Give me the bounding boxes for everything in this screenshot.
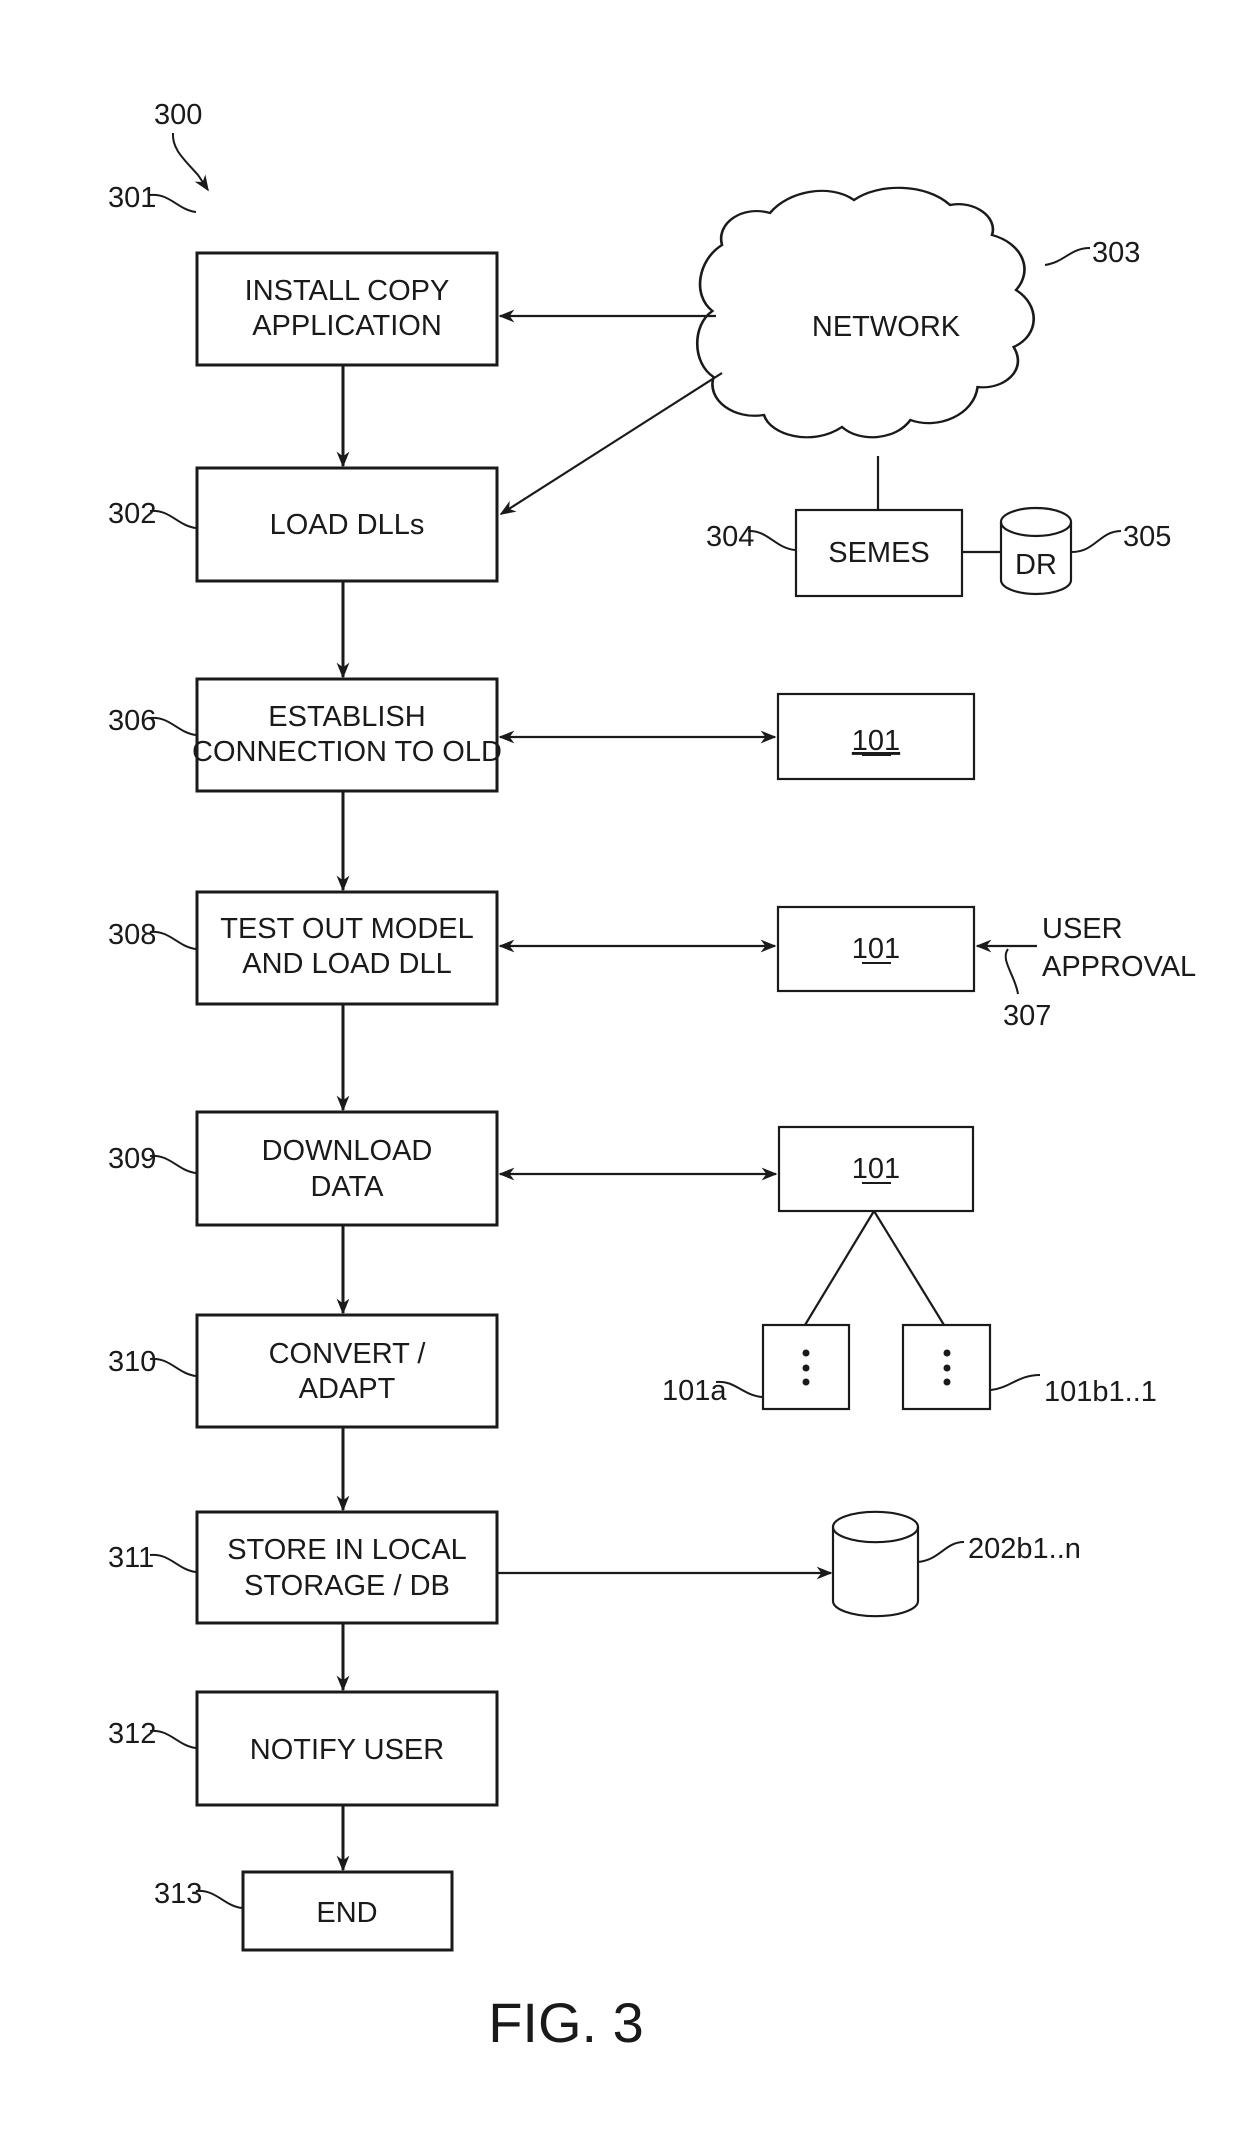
- device-box-2: 101: [776, 905, 976, 993]
- step-301: INSTALL COPY APPLICATION 301: [108, 182, 499, 367]
- step-ref-label: 308: [108, 919, 156, 951]
- ref-leader: [917, 1541, 965, 1563]
- step-text-line2: ADAPT: [299, 1373, 396, 1405]
- figure-number-label: 300: [154, 99, 202, 131]
- step-306: ESTABLISH CONNECTION TO OLD 306: [108, 677, 502, 793]
- ref-leader: [149, 930, 197, 950]
- step-text-line1: ESTABLISH: [268, 701, 425, 733]
- ellipsis-dot: [802, 1349, 810, 1357]
- ref-leader: [149, 716, 197, 736]
- step-text-line2: STORAGE / DB: [244, 1570, 450, 1602]
- step-ref-label: 302: [108, 498, 156, 530]
- user-approval-line1: USER: [1042, 913, 1123, 945]
- ref-leader: [195, 1889, 243, 1909]
- tree-line-right: [873, 1210, 945, 1326]
- step-308: TEST OUT MODEL AND LOAD DLL 308: [108, 890, 499, 1006]
- sub-module-101a: 101a: [662, 1323, 851, 1411]
- step-text-line2: DATA: [310, 1171, 384, 1203]
- sub-module-ref-label: 101a: [662, 1375, 727, 1407]
- user-approval-group: USER APPROVAL 307: [975, 913, 1196, 1032]
- tree-line-left: [804, 1210, 875, 1326]
- device-box-3: 101: [777, 1125, 975, 1213]
- sub-module-ref-label: 101b1..1: [1044, 1376, 1157, 1408]
- ref-leader: [149, 509, 197, 529]
- server-group: SEMES 304: [706, 508, 964, 598]
- step-box: [195, 677, 499, 793]
- flowchart-diagram: 300 INSTALL COPY APPLICATION 301 LOAD DL…: [108, 99, 1196, 2054]
- network-cloud-group: NETWORK 303: [695, 186, 1140, 439]
- step-309: DOWNLOAD DATA 309: [108, 1110, 499, 1227]
- device-label: 101: [852, 725, 900, 757]
- ref-leader: [149, 193, 197, 213]
- step-text-line1: LOAD DLLs: [270, 509, 425, 541]
- ref-leader: [1071, 530, 1122, 553]
- step-text-line1: NOTIFY USER: [250, 1734, 444, 1766]
- sub-module-101b: 101b1..1: [901, 1323, 1157, 1411]
- step-text-line2: CONNECTION TO OLD: [192, 736, 502, 768]
- ref-leader: [1044, 247, 1091, 266]
- ref-leader: [149, 1357, 197, 1377]
- user-approval-line2: APPROVAL: [1042, 951, 1196, 983]
- local-db-ref-label: 202b1..n: [968, 1533, 1081, 1565]
- user-approval-ref-label: 307: [1003, 1000, 1051, 1032]
- step-box: [195, 1110, 499, 1227]
- step-ref-label: 311: [108, 1542, 154, 1574]
- step-ref-label: 312: [108, 1718, 156, 1750]
- step-text-line1: INSTALL COPY: [245, 275, 450, 307]
- step-ref-label: 310: [108, 1346, 156, 1378]
- ref-leader: [149, 1729, 197, 1749]
- step-text-line1: END: [316, 1897, 377, 1929]
- ellipsis-dot: [943, 1364, 951, 1372]
- ref-leader: [149, 1553, 197, 1573]
- step-box: [195, 1313, 499, 1429]
- step-text-line2: AND LOAD DLL: [242, 948, 452, 980]
- repository-ref-label: 305: [1123, 521, 1171, 553]
- database-cylinder-icon: [831, 1510, 920, 1618]
- step-310: CONVERT / ADAPT 310: [108, 1313, 499, 1429]
- step-311: STORE IN LOCAL STORAGE / DB 311: [108, 1510, 499, 1625]
- step-ref-label: 306: [108, 705, 156, 737]
- ref-leader: [990, 1374, 1041, 1391]
- ellipsis-dot: [943, 1378, 951, 1386]
- step-ref-label: 313: [154, 1878, 202, 1910]
- server-ref-label: 304: [706, 521, 754, 553]
- repository-label: DR: [1015, 549, 1057, 581]
- server-label: SEMES: [828, 537, 930, 569]
- step-box: [195, 251, 499, 367]
- device-label: 101: [852, 933, 900, 965]
- ref-leader: [747, 529, 796, 551]
- ellipsis-dot: [802, 1378, 810, 1386]
- device-box-1: 101: [776, 692, 976, 781]
- step-text-line1: DOWNLOAD: [262, 1135, 433, 1167]
- network-ref-label: 303: [1092, 237, 1140, 269]
- ref-leader: [149, 1154, 197, 1174]
- figure-pointer-arrow: [171, 132, 209, 192]
- step-text-line1: CONVERT /: [269, 1338, 427, 1370]
- step-ref-label: 309: [108, 1143, 156, 1175]
- network-to-load-dlls-arrow: [499, 372, 723, 515]
- step-ref-label: 301: [108, 182, 156, 214]
- step-313: END 313: [154, 1870, 454, 1952]
- step-text-line1: TEST OUT MODEL: [220, 913, 474, 945]
- local-db-group: 202b1..n: [831, 1510, 1081, 1618]
- step-text-line2: APPLICATION: [252, 310, 442, 342]
- step-box: [195, 1510, 499, 1625]
- step-text-line1: STORE IN LOCAL: [227, 1534, 467, 1566]
- ref-leader: [1004, 948, 1019, 995]
- repository-group: DR 305: [999, 506, 1171, 596]
- step-302: LOAD DLLs 302: [108, 466, 499, 583]
- ellipsis-dot: [802, 1364, 810, 1372]
- step-312: NOTIFY USER 312: [108, 1690, 499, 1807]
- device-label: 101: [852, 1153, 900, 1185]
- ellipsis-dot: [943, 1349, 951, 1357]
- figure-caption: FIG. 3: [488, 1991, 644, 2054]
- network-label: NETWORK: [812, 311, 961, 343]
